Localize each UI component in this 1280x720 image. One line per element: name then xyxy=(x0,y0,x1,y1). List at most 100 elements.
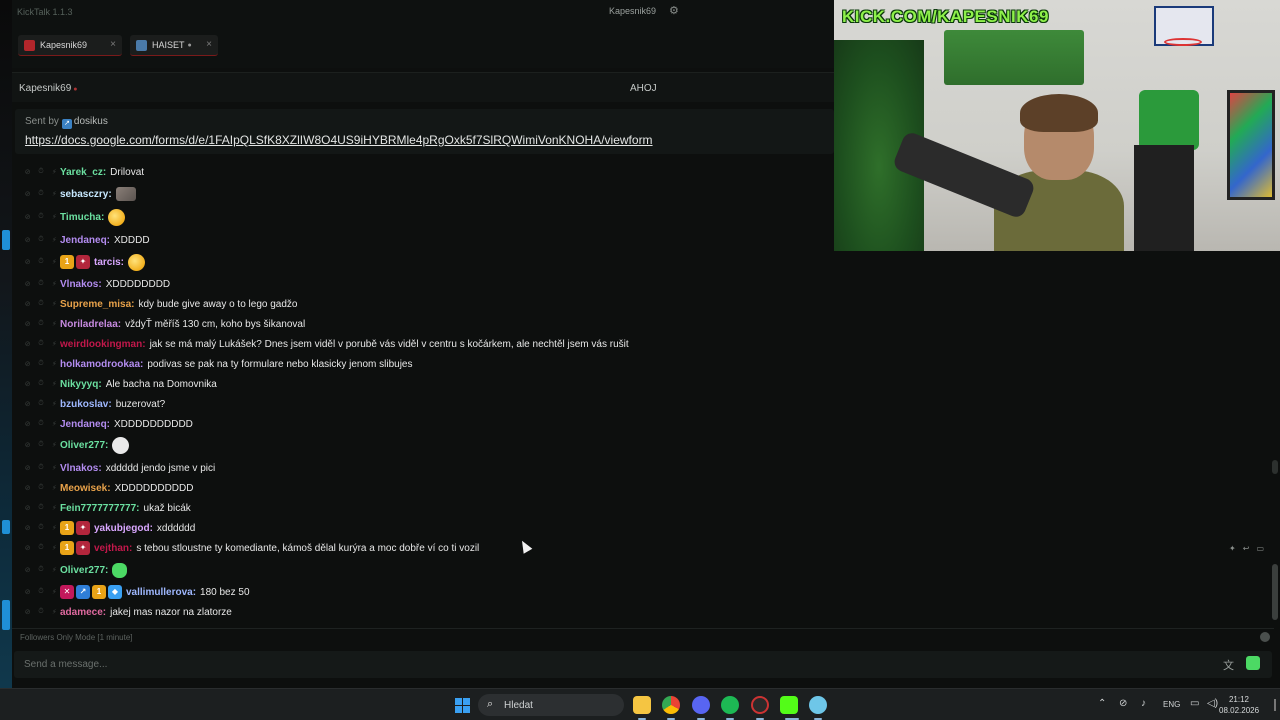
taskbar-search[interactable]: ⌕ Hledat xyxy=(478,694,624,716)
chat-username[interactable]: Timucha: xyxy=(60,212,104,223)
action-icon[interactable]: ⚡ xyxy=(49,441,60,449)
clock-date[interactable]: 08.02.2026 xyxy=(1219,706,1259,715)
chat-username[interactable]: Meowisek: xyxy=(60,483,111,494)
timeout-icon[interactable]: ⏱ xyxy=(35,464,46,472)
gear-icon[interactable]: ⚙ xyxy=(669,4,679,17)
chat-message[interactable]: ⊘ ⏱ ⚡ Oliver277: xyxy=(12,435,1274,455)
action-icon[interactable]: ⚡ xyxy=(49,420,60,428)
chat-message[interactable]: ⊘ ⏱ ⚡ holkamodrookaa: podivas se pak na ty f… xyxy=(12,354,1274,374)
action-icon[interactable]: ⚡ xyxy=(49,524,60,532)
chat-username[interactable]: adamece: xyxy=(60,607,106,618)
chat-username[interactable]: Supreme_misa: xyxy=(60,299,134,310)
chat-username[interactable]: Jendaneq: xyxy=(60,235,110,246)
timeout-icon[interactable]: ⏱ xyxy=(35,258,46,266)
ban-icon[interactable]: ⊘ xyxy=(22,400,33,408)
chat-message[interactable]: ⊘ ⏱ ⚡ ✕ ↗ 1 ◆ vallimullerova: 180 bez 50 xyxy=(12,582,1274,602)
chat-username[interactable]: Jendaneq: xyxy=(60,419,110,430)
chat-message[interactable]: ⊘ ⏱ ⚡ adamece: jakej mas nazor na zlatorze xyxy=(12,602,1274,622)
timeout-icon[interactable]: ⏱ xyxy=(35,544,46,552)
file-explorer-icon[interactable] xyxy=(633,696,651,714)
ban-icon[interactable]: ⊘ xyxy=(22,524,33,532)
timeout-icon[interactable]: ⏱ xyxy=(35,213,46,221)
chat-username[interactable]: sebasczry: xyxy=(60,189,112,200)
windows-start-icon[interactable] xyxy=(455,698,470,713)
chat-message[interactable]: ⊘ ⏱ ⚡ Jendaneq: XDDDDDDDDDD xyxy=(12,414,1274,434)
chat-username[interactable]: vallimullerova: xyxy=(126,587,196,598)
chat-username[interactable]: Nikyyyq: xyxy=(60,379,102,390)
chat-username[interactable]: Oliver277: xyxy=(60,440,108,451)
action-icon[interactable]: ⚡ xyxy=(49,340,60,348)
kicktalk-taskbar-icon[interactable] xyxy=(780,696,798,714)
ban-icon[interactable]: ⊘ xyxy=(22,380,33,388)
reply-icon[interactable]: ↩ xyxy=(1243,544,1250,553)
chat-message[interactable]: ⊘ ⏱ ⚡ Noriladrelaa: vždyŤ měříš 130 cm, koho… xyxy=(12,314,1274,334)
ban-icon[interactable]: ⊘ xyxy=(22,441,33,449)
action-icon[interactable]: ⚡ xyxy=(49,320,60,328)
timeout-icon[interactable]: ⏱ xyxy=(35,280,46,288)
show-desktop-button[interactable] xyxy=(1266,699,1276,711)
pin-icon[interactable]: ✦ xyxy=(1229,544,1236,553)
ban-icon[interactable]: ⊘ xyxy=(22,213,33,221)
chat-username[interactable]: Fein7777777777: xyxy=(60,503,140,514)
action-icon[interactable]: ⚡ xyxy=(49,213,60,221)
ban-icon[interactable]: ⊘ xyxy=(22,300,33,308)
timeout-icon[interactable]: ⏱ xyxy=(35,236,46,244)
ban-icon[interactable]: ⊘ xyxy=(22,608,33,616)
timeout-icon[interactable]: ⏱ xyxy=(35,360,46,368)
chevron-up-icon[interactable]: ⌃ xyxy=(1098,698,1106,709)
timeout-icon[interactable]: ⏱ xyxy=(35,504,46,512)
timeout-icon[interactable]: ⏱ xyxy=(35,420,46,428)
volume-icon[interactable]: ◁) xyxy=(1207,698,1218,709)
timeout-icon[interactable]: ⏱ xyxy=(35,588,46,596)
close-icon[interactable]: × xyxy=(206,39,212,50)
ban-icon[interactable]: ⊘ xyxy=(22,168,33,176)
timeout-icon[interactable]: ⏱ xyxy=(35,441,46,449)
chat-username[interactable]: weirdlookingman: xyxy=(60,339,146,350)
copy-icon[interactable]: ▭ xyxy=(1256,544,1264,553)
timeout-icon[interactable]: ⏱ xyxy=(35,300,46,308)
chat-message[interactable]: ⊘ ⏱ ⚡ Oliver277: xyxy=(12,560,1274,580)
chat-message[interactable]: ⊘ ⏱ ⚡ Vlnakos: XDDDDDDDD xyxy=(12,274,1274,294)
spotify-icon[interactable] xyxy=(721,696,739,714)
action-icon[interactable]: ⚡ xyxy=(49,588,60,596)
ban-icon[interactable]: ⊘ xyxy=(22,190,33,198)
message-input[interactable] xyxy=(24,657,1124,672)
ban-icon[interactable]: ⊘ xyxy=(22,484,33,492)
chat-message[interactable]: ⊘ ⏱ ⚡ Meowisek: XDDDDDDDDDD xyxy=(12,478,1274,498)
chat-message[interactable]: ⊘ ⏱ ⚡ Fein7777777777: ukaž bicák xyxy=(12,498,1274,518)
chrome-icon[interactable] xyxy=(662,696,680,714)
ban-icon[interactable]: ⊘ xyxy=(22,320,33,328)
ban-icon[interactable]: ⊘ xyxy=(22,360,33,368)
chat-message[interactable]: ⊘ ⏱ ⚡ Supreme_misa: kdy bude give away o to … xyxy=(12,294,1274,314)
timeout-icon[interactable]: ⏱ xyxy=(35,608,46,616)
discord-icon[interactable] xyxy=(692,696,710,714)
translate-icon[interactable]: 文 xyxy=(1223,657,1234,673)
emote-picker-icon[interactable] xyxy=(1246,656,1260,670)
network-off-icon[interactable]: ⊘ xyxy=(1119,698,1127,709)
tab-haiset[interactable]: HAISET ● × xyxy=(130,35,218,56)
face-emote-icon[interactable] xyxy=(128,253,146,271)
action-icon[interactable]: ⚡ xyxy=(49,380,60,388)
action-icon[interactable]: ⚡ xyxy=(49,608,60,616)
action-icon[interactable]: ⚡ xyxy=(49,484,60,492)
action-icon[interactable]: ⚡ xyxy=(49,236,60,244)
chat-username[interactable]: bzukoslav: xyxy=(60,399,112,410)
pinned-username[interactable]: dosikus xyxy=(74,116,108,127)
face-emote-icon[interactable] xyxy=(108,208,126,226)
timeout-icon[interactable]: ⏱ xyxy=(35,190,46,198)
ban-icon[interactable]: ⊘ xyxy=(22,566,33,574)
green-emote-icon[interactable] xyxy=(112,562,128,578)
scrollbar-thumb[interactable] xyxy=(1272,564,1278,620)
chat-username[interactable]: Noriladrelaa: xyxy=(60,319,121,330)
chat-username[interactable]: Yarek_cz: xyxy=(60,167,106,178)
chat-username[interactable]: Oliver277: xyxy=(60,565,108,576)
action-icon[interactable]: ⚡ xyxy=(49,400,60,408)
action-icon[interactable]: ⚡ xyxy=(49,168,60,176)
close-icon[interactable]: × xyxy=(110,39,116,50)
chat-message[interactable]: ⊘ ⏱ ⚡ 1 ✦ yakubjegod: xdddddd xyxy=(12,518,1274,538)
stream-video[interactable]: KICK.COM/KAPESNIK69 xyxy=(834,0,1280,251)
action-icon[interactable]: ⚡ xyxy=(49,544,60,552)
microphone-icon[interactable]: ♪ xyxy=(1141,698,1146,709)
titlebar-channel[interactable]: Kapesnik69 xyxy=(609,6,656,16)
timeout-icon[interactable]: ⏱ xyxy=(35,320,46,328)
